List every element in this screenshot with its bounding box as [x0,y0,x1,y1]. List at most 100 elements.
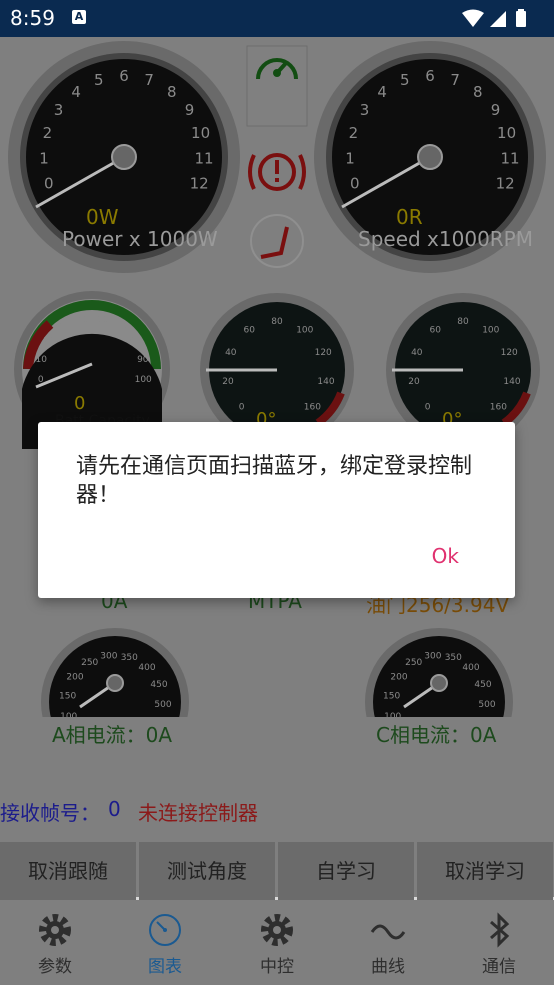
tab-charts-label: 图表 [148,957,182,977]
gauge-tick-label: 70 [115,323,127,333]
gauge-tick-label: 40 [411,348,423,358]
tab-center-control[interactable]: 中控 [222,900,332,985]
gear-icon [39,914,71,946]
gauge-tick-label: 450 [474,680,491,690]
cancel-follow-button[interactable]: 取消跟随 [0,842,136,900]
gauge-tick-label: 7 [144,71,154,89]
gauge-tick-label: 20 [43,337,55,347]
gauge-tick-label: 450 [150,680,167,690]
brake-warning-icon [248,153,306,191]
gauge-tick-label: 80 [129,337,141,347]
ok-button[interactable]: Ok [432,544,459,568]
status-bar: 8:59 A [0,0,554,37]
tab-curves-label: 曲线 [371,957,405,977]
gauge-tick-label: 140 [317,377,334,387]
throttle-pedal-icon [250,214,304,268]
gauge-tick-label: 250 [81,658,98,668]
gauge-tick-label: 4 [377,83,387,101]
gauge-tick-label: 30 [58,323,70,333]
gauge-tick-label: 2 [43,124,53,142]
gauge-tick-label: 0 [44,174,54,192]
speed-caption: Speed x1000RPM [358,227,533,251]
gauge-tick-label: 20 [408,377,420,387]
gauge-tick-label: 150 [59,691,76,701]
gauge-tick-label: 7 [450,71,460,89]
gauge-tick-label: 140 [503,377,520,387]
gauge-tick-label: 11 [194,149,213,167]
bluetooth-icon [490,912,510,948]
connection-status: 未连接控制器 [138,801,258,825]
speedometer-icon [246,45,308,127]
gauge-tick-label: 500 [154,700,171,710]
gauge-tick-label: 350 [121,653,138,663]
gauge-tick-label: 300 [424,651,441,661]
status-icons [460,9,540,33]
gauge-tick-label: 1 [345,149,355,167]
gauge-tick-label: 100 [296,325,313,335]
gauge-tick-label: 9 [491,101,501,119]
gauge-tick-label: 0 [239,402,245,412]
gauge-tick-label: 11 [500,149,519,167]
gauge-icon [149,914,181,946]
phase-c-label: C相电流：0A [376,723,497,747]
gauge-tick-label: 8 [473,83,483,101]
gauge-tick-label: 400 [138,663,155,673]
bottom-nav: 参数 图表 中控 曲线 通信 [0,900,554,985]
tab-comm[interactable]: 通信 [444,900,554,985]
gauge-tick-label: 200 [390,672,407,682]
gauge-tick-label: 9 [185,101,195,119]
frame-label: 接收帧号： [0,801,100,825]
gauge-tick-label: 6 [425,67,435,85]
gauge-tick-label: 0 [350,174,360,192]
gauge-tick-label: 80 [271,317,283,327]
gauge-tick-label: 8 [167,83,177,101]
power-value: 0W [86,205,119,229]
test-angle-button[interactable]: 测试角度 [139,842,275,900]
wave-icon [370,924,406,940]
gauge-tick-label: 3 [54,101,64,119]
battery-value: 0 [74,393,86,414]
gauge-tick-label: 400 [462,663,479,673]
gauge-tick-label: 2 [349,124,359,142]
gauge-tick-label: 60 [96,315,108,325]
gauge-tick-label: 60 [243,325,255,335]
gauge-tick-label: 80 [457,317,469,327]
gauge-tick-label: 200 [66,672,83,682]
gauge-tick-label: 100 [135,375,152,385]
gauge-tick-label: 150 [383,691,400,701]
gauge-tick-label: 500 [478,700,495,710]
self-learn-button[interactable]: 自学习 [278,842,414,900]
frame-count: 0 [108,797,121,821]
gauge-tick-label: 0 [425,402,431,412]
tab-charts[interactable]: 图表 [110,900,220,985]
gauge-tick-label: 5 [400,71,410,89]
gauge-tick-label: 300 [100,651,117,661]
dialog-message: 请先在通信页面扫描蓝牙，绑定登录控制器！ [76,454,473,508]
action-button-bar: 取消跟随 测试角度 自学习 取消学习 [0,842,554,900]
gauge-tick-label: 10 [35,355,47,365]
phase-a-label: A相电流：0A [52,723,173,747]
battery-icon [516,11,526,27]
gauge-tick-label: 50 [76,315,88,325]
gauge-tick-label: 120 [315,348,332,358]
gauge-tick-label: 4 [71,83,81,101]
gauge-tick-label: 10 [497,124,516,142]
tab-curves[interactable]: 曲线 [333,900,443,985]
tab-params[interactable]: 参数 [0,900,110,985]
gauge-tick-label: 10 [191,124,210,142]
gauge-tick-label: 12 [190,174,209,192]
tab-params-label: 参数 [38,957,72,977]
gauge-tick-label: 160 [304,402,321,412]
gauge-tick-label: 160 [490,402,507,412]
wifi-icon [462,9,484,27]
gauge-tick-label: 5 [94,71,104,89]
gauge-tick-label: 6 [119,67,129,85]
tab-center-control-label: 中控 [260,957,294,977]
notification-icon: A [72,10,86,24]
gauge-tick-label: 60 [429,325,441,335]
cancel-learn-button[interactable]: 取消学习 [417,842,553,900]
signal-icon [490,11,506,27]
gauge-tick-label: 12 [496,174,515,192]
gauge-tick-label: 40 [225,348,237,358]
gauge-tick-label: 90 [137,355,149,365]
